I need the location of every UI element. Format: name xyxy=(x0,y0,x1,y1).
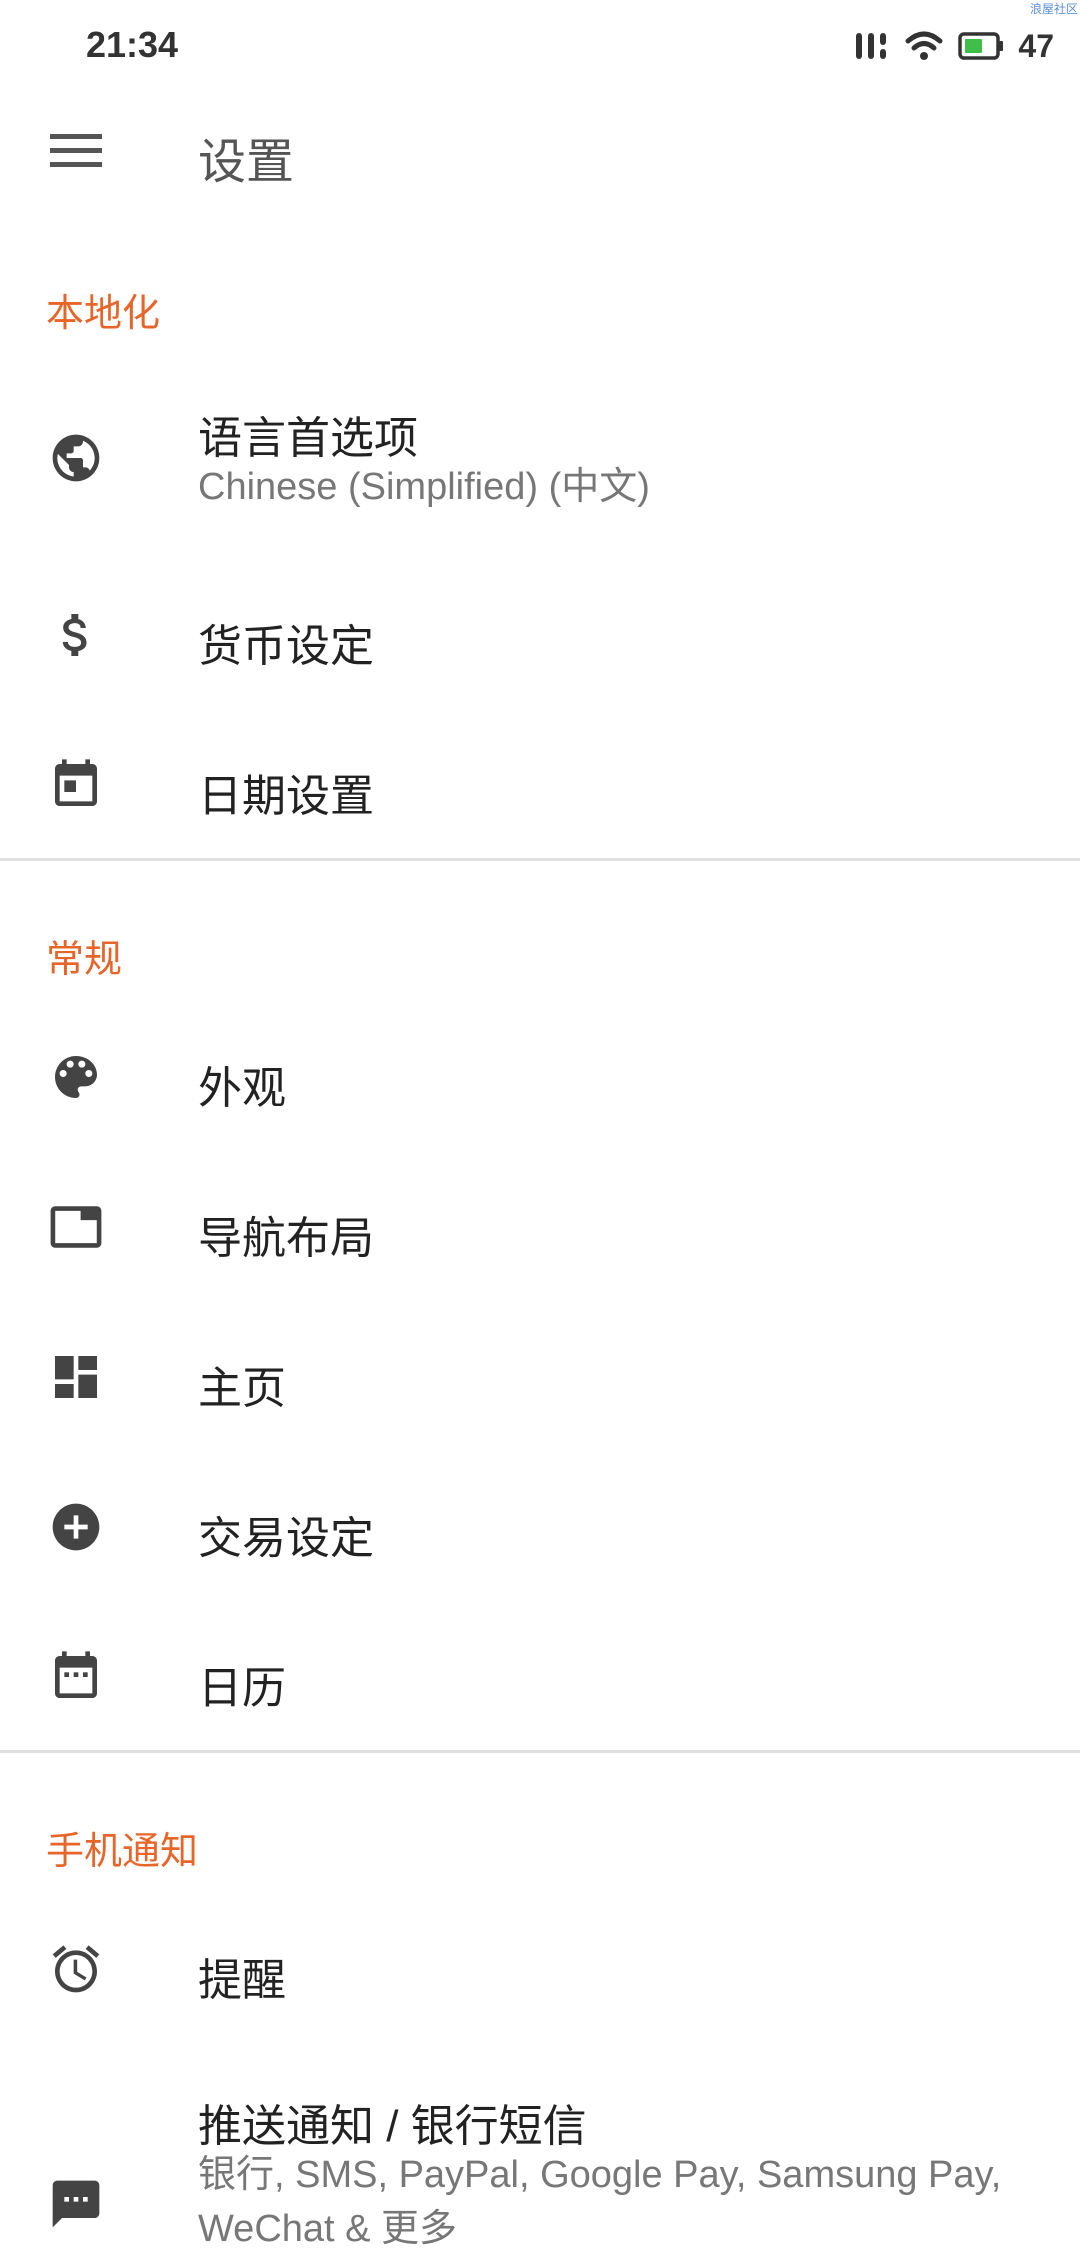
app-bar: 设置 xyxy=(0,96,1080,206)
push-notifications-description: 银行, SMS, PayPal, Google Pay, Samsung Pay… xyxy=(198,2154,1002,2250)
navigation-layout-item[interactable]: 导航布局 xyxy=(0,1152,1080,1302)
calendar-label: 日历 xyxy=(198,1664,286,1713)
status-icons: 47 xyxy=(854,26,1054,66)
menu-button[interactable] xyxy=(36,118,116,184)
home-page-item[interactable]: 主页 xyxy=(0,1302,1080,1452)
language-preference-item[interactable]: 语言首选项 Chinese (Simplified) (中文) xyxy=(0,380,1080,540)
home-page-label: 主页 xyxy=(198,1364,286,1413)
palette-icon xyxy=(44,1045,108,1109)
date-settings-item[interactable]: 日期设置 xyxy=(0,710,1080,860)
push-notifications-label: 推送通知 / 银行短信 xyxy=(198,2102,587,2151)
signal-icon xyxy=(856,33,887,59)
alarm-icon xyxy=(44,1937,108,2001)
transaction-settings-label: 交易设定 xyxy=(198,1514,374,1563)
status-time: 21:34 xyxy=(86,24,179,65)
currency-settings-item[interactable]: 货币设定 xyxy=(0,560,1080,710)
watermark: 浪屋社区 xyxy=(1029,2,1078,16)
language-preference-value: Chinese (Simplified) (中文) xyxy=(198,466,650,508)
currency-settings-label: 货币设定 xyxy=(198,622,374,671)
battery-icon xyxy=(958,32,1004,60)
push-notifications-item[interactable]: 推送通知 / 银行短信 银行, SMS, PayPal, Google Pay,… xyxy=(0,2070,1080,2250)
message-icon xyxy=(44,2172,108,2236)
window-icon xyxy=(44,1195,108,1259)
reminders-label: 提醒 xyxy=(198,1956,286,2005)
section-divider xyxy=(0,1750,1080,1753)
globe-icon xyxy=(44,426,108,490)
page-title: 设置 xyxy=(198,136,295,189)
calendar-icon xyxy=(44,1645,108,1709)
calendar-item[interactable]: 日历 xyxy=(0,1602,1080,1752)
section-header-localization: 本地化 xyxy=(46,293,161,335)
status-bar: 21:34 47 浪屋社区 xyxy=(0,0,1080,96)
section-header-general: 常规 xyxy=(46,939,123,981)
appearance-item[interactable]: 外观 xyxy=(0,1002,1080,1152)
wifi-icon xyxy=(905,31,943,60)
language-preference-label: 语言首选项 xyxy=(198,414,418,463)
dashboard-icon xyxy=(44,1345,108,1409)
menu-icon xyxy=(50,134,102,167)
reminders-item[interactable]: 提醒 xyxy=(0,1894,1080,2044)
date-settings-label: 日期设置 xyxy=(198,772,374,821)
dollar-icon xyxy=(44,603,108,667)
transaction-settings-item[interactable]: 交易设定 xyxy=(0,1452,1080,1602)
add-circle-icon xyxy=(44,1495,108,1559)
section-header-notifications: 手机通知 xyxy=(46,1831,199,1873)
navigation-layout-label: 导航布局 xyxy=(198,1214,374,1263)
section-divider xyxy=(0,858,1080,861)
calendar-day-icon xyxy=(44,753,108,817)
battery-level: 47 xyxy=(1018,27,1054,64)
appearance-label: 外观 xyxy=(198,1064,286,1113)
